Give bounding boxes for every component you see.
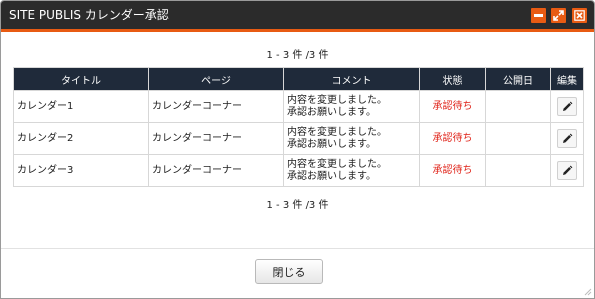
column-header-published[interactable]: 公開日 — [485, 67, 551, 91]
comment-line: 内容を変更しました。 — [287, 158, 387, 170]
dialog-title: SITE PUBLIS カレンダー承認 — [9, 8, 169, 22]
cell-published — [485, 154, 551, 187]
comment-line: 承認お願いします。 — [287, 106, 376, 118]
cell-page: カレンダーコーナー — [148, 154, 284, 187]
comment-line: 承認お願いします。 — [287, 138, 376, 150]
approval-dialog: SITE PUBLIS カレンダー承認 1 - 3 件 /3 件 タイトル ペー… — [0, 0, 595, 299]
column-header-title[interactable]: タイトル — [13, 67, 149, 91]
cell-published — [485, 90, 551, 123]
edit-button[interactable] — [557, 97, 577, 116]
edit-button[interactable] — [557, 161, 577, 180]
cell-comment: 内容を変更しました。 承認お願いします。 — [283, 154, 420, 187]
approval-table: タイトル ページ コメント 状態 公開日 編集 カレンダー1 カレンダーコーナー… — [13, 67, 584, 187]
table-row: カレンダー2 カレンダーコーナー 内容を変更しました。 承認お願いします。 承認… — [13, 122, 584, 155]
cell-title: カレンダー3 — [13, 154, 149, 187]
comment-line: 内容を変更しました。 — [287, 94, 387, 106]
column-header-page[interactable]: ページ — [148, 67, 284, 91]
table-row: カレンダー1 カレンダーコーナー 内容を変更しました。 承認お願いします。 承認… — [13, 90, 584, 123]
resize-grip-icon[interactable] — [582, 286, 592, 296]
minimize-button[interactable] — [531, 8, 546, 23]
maximize-icon — [553, 10, 564, 21]
minimize-icon — [534, 14, 543, 17]
cell-published — [485, 122, 551, 155]
cell-edit — [550, 122, 584, 155]
close-icon — [574, 10, 585, 21]
comment-line: 内容を変更しました。 — [287, 126, 387, 138]
close-window-button[interactable] — [572, 8, 587, 23]
pager-bottom: 1 - 3 件 /3 件 — [266, 200, 329, 211]
pager-top: 1 - 3 件 /3 件 — [266, 50, 329, 61]
cell-status: 承認待ち — [419, 122, 486, 155]
cell-status: 承認待ち — [419, 154, 486, 187]
close-button[interactable]: 閉じる — [255, 259, 323, 284]
comment-line: 承認お願いします。 — [287, 170, 376, 182]
cell-comment: 内容を変更しました。 承認お願いします。 — [283, 90, 420, 123]
cell-edit — [550, 90, 584, 123]
column-header-comment[interactable]: コメント — [283, 67, 420, 91]
pencil-icon — [563, 101, 573, 111]
table-header-row: タイトル ページ コメント 状態 公開日 編集 — [13, 67, 584, 91]
footer-divider — [1, 248, 594, 249]
column-header-edit: 編集 — [550, 67, 584, 91]
pencil-icon — [563, 133, 573, 143]
pencil-icon — [563, 165, 573, 175]
edit-button[interactable] — [557, 129, 577, 148]
cell-page: カレンダーコーナー — [148, 90, 284, 123]
title-bar[interactable]: SITE PUBLIS カレンダー承認 — [1, 1, 594, 32]
column-header-status[interactable]: 状態 — [419, 67, 486, 91]
cell-edit — [550, 154, 584, 187]
cell-page: カレンダーコーナー — [148, 122, 284, 155]
cell-title: カレンダー1 — [13, 90, 149, 123]
table-row: カレンダー3 カレンダーコーナー 内容を変更しました。 承認お願いします。 承認… — [13, 154, 584, 187]
cell-status: 承認待ち — [419, 90, 486, 123]
cell-title: カレンダー2 — [13, 122, 149, 155]
maximize-button[interactable] — [551, 8, 566, 23]
cell-comment: 内容を変更しました。 承認お願いします。 — [283, 122, 420, 155]
